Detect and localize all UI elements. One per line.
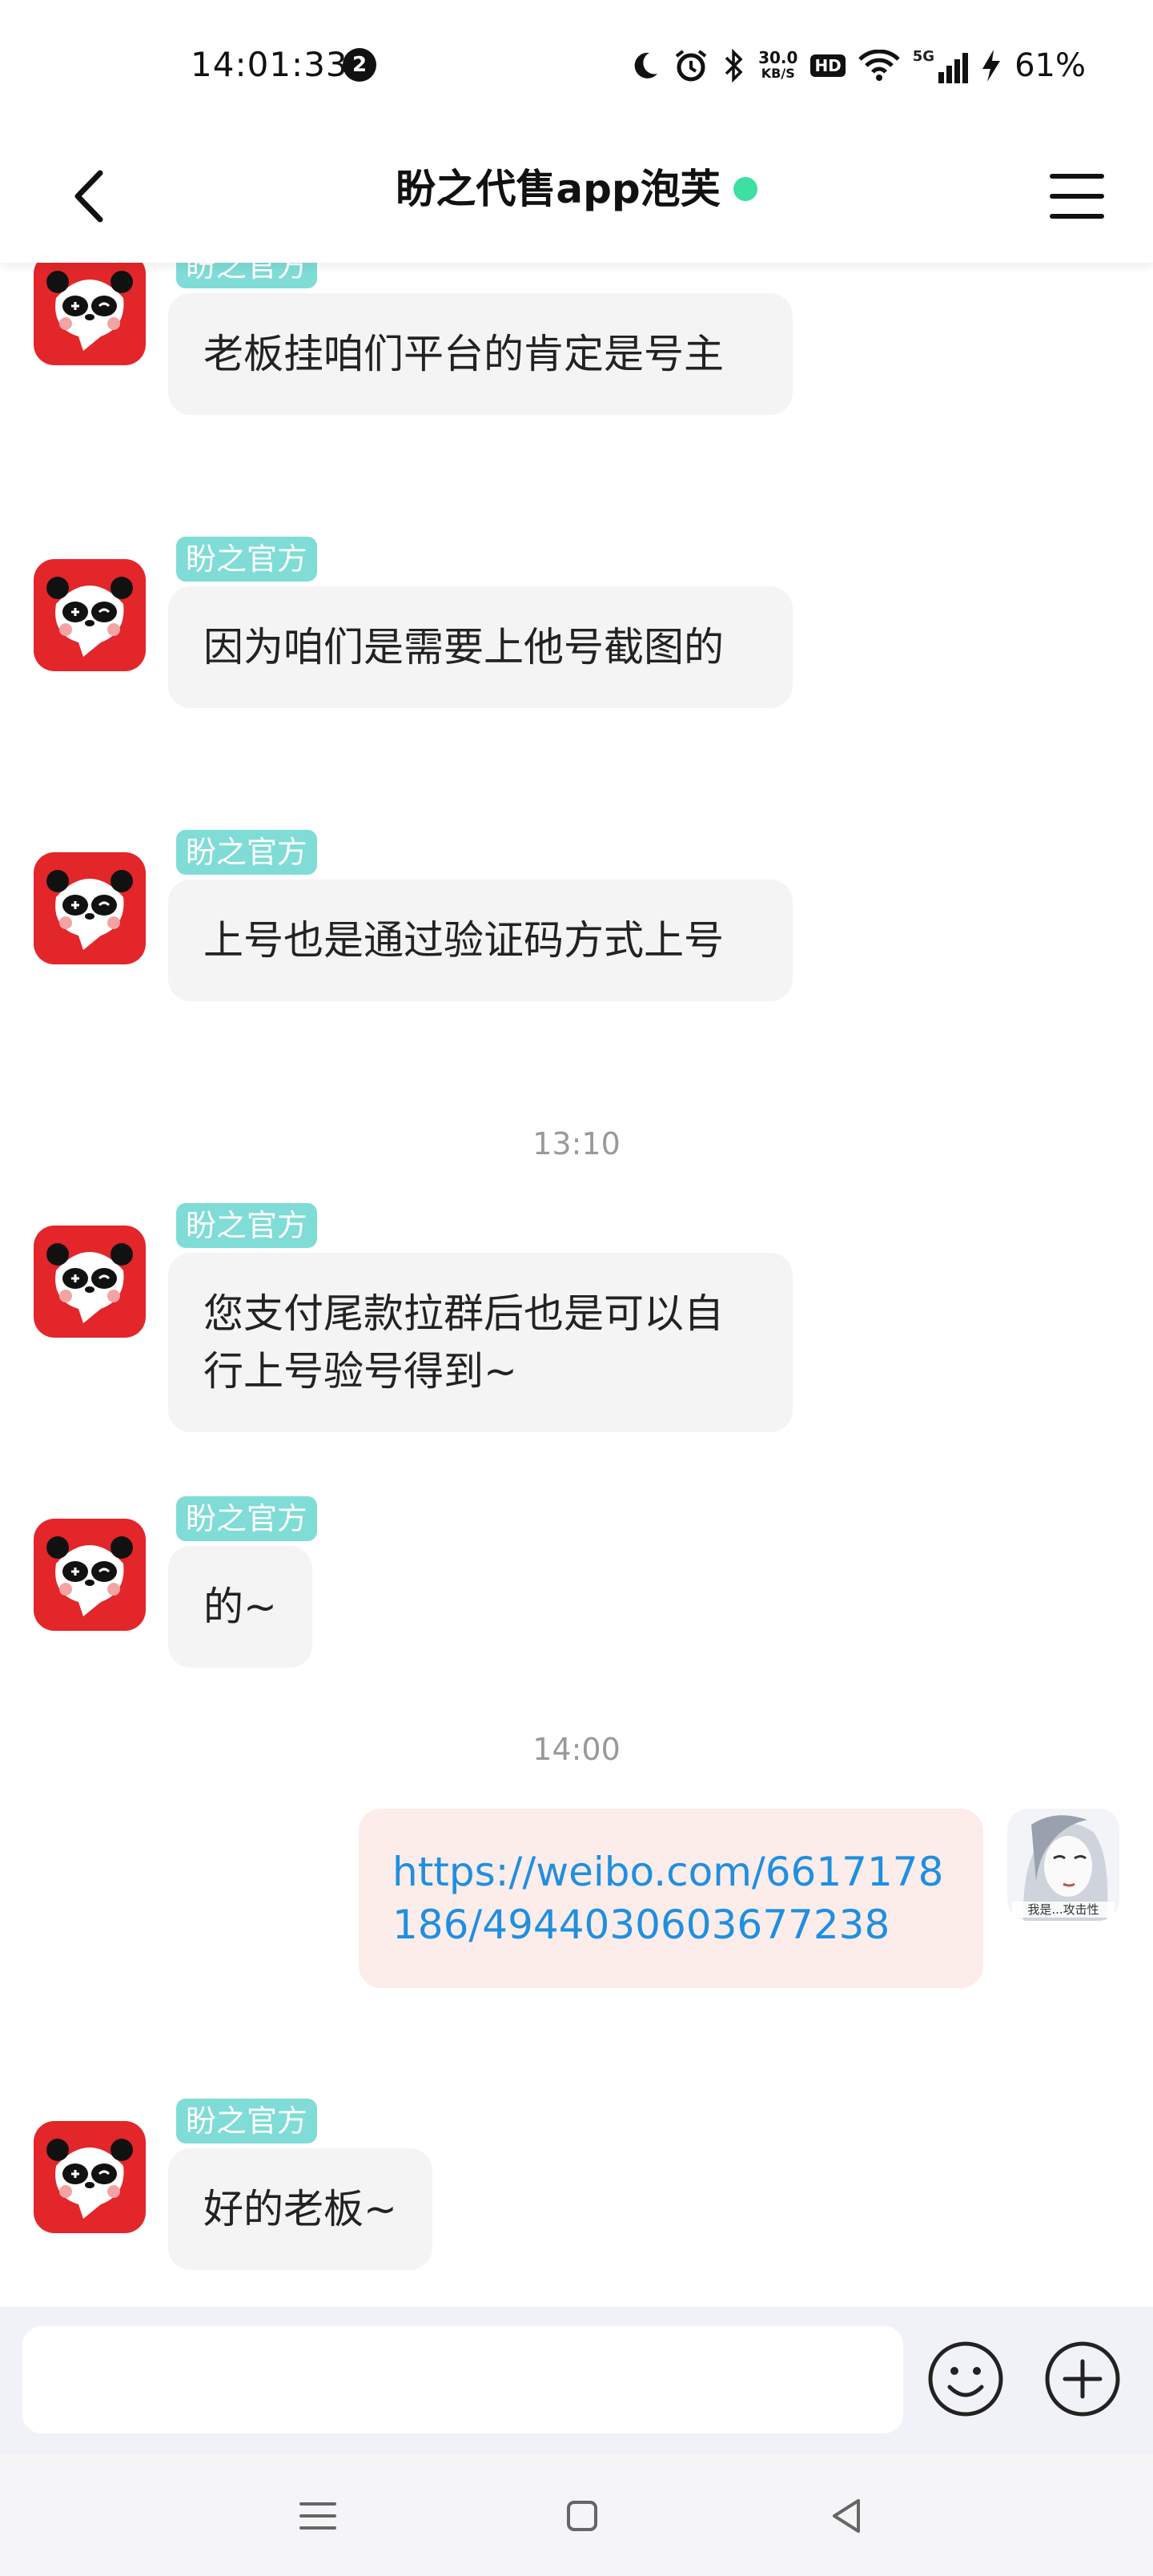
triangle-back-icon [833,2499,860,2533]
panda-avatar[interactable] [34,1519,146,1631]
panda-avatar[interactable] [34,559,146,671]
alarm-icon [675,50,707,82]
system-navigation-bar [0,2454,1153,2576]
smiley-icon [928,2341,1003,2417]
user-avatar[interactable]: 我是...攻击性 [1007,1809,1119,1921]
moon-icon [634,52,658,78]
panda-avatar[interactable] [34,852,146,964]
chat-title: 盼之代售app泡芙 [396,166,721,212]
back-nav-button[interactable] [818,2488,874,2544]
sender-tag: 盼之官方 [176,1203,318,1248]
emoji-button[interactable] [926,2339,1006,2419]
status-time: 14:01:33 [191,45,348,84]
charging-icon [982,50,1001,82]
panda-avatar[interactable] [34,1226,146,1338]
wifi-icon [858,50,900,81]
time-separator: 14:00 [532,1732,621,1767]
square-home-icon [567,2501,597,2531]
time-separator: 13:10 [532,1126,621,1161]
network-label: 5G [912,48,935,65]
battery-percentage: 61% [1014,47,1086,84]
status-icons: 30.0 KB/S HD 5G 61% [629,42,1086,90]
sender-tag: 盼之官方 [176,263,318,288]
bluetooth-icon [725,48,743,83]
home-button[interactable] [554,2488,610,2544]
panda-avatar[interactable] [34,2121,146,2233]
message-bubble[interactable]: 好的老板~ [168,2148,432,2270]
sender-tag: 盼之官方 [176,2099,318,2143]
panda-logo-icon [46,2139,133,2219]
panda-logo-icon [46,1536,133,1616]
recent-apps-button[interactable] [290,2488,346,2544]
panda-avatar[interactable] [34,263,146,365]
hd-badge: HD [810,54,846,77]
message-bubble[interactable]: 上号也是通过验证码方式上号 [168,879,793,1001]
net-speed-value: 30.0 [758,48,798,67]
menu-lines-icon [299,2502,336,2530]
chat-message-list[interactable]: 盼之官方 老板挂咱们平台的肯定是号主 盼之官方 因为咱们是需要上他号截图的 盼之… [0,263,1153,2307]
message-bubble[interactable]: 的~ [168,1546,312,1668]
menu-button[interactable] [1041,160,1113,232]
message-bubble[interactable]: 老板挂咱们平台的肯定是号主 [168,293,793,415]
notification-count-badge: 2 [343,48,376,82]
link-message-bubble[interactable]: https://weibo.com/6617178186/49440306036… [359,1809,983,1988]
net-speed: 30.0 KB/S [758,50,797,82]
message-bubble[interactable]: 因为咱们是需要上他号截图的 [168,586,793,708]
panda-logo-icon [46,870,133,950]
sender-tag: 盼之官方 [176,537,318,582]
add-attachment-button[interactable] [1043,2339,1123,2419]
panda-logo-icon [46,577,133,657]
panda-logo-icon [46,1243,133,1323]
hamburger-menu-icon [1050,174,1104,219]
avatar-caption: 我是...攻击性 [1027,1902,1099,1917]
message-input[interactable] [22,2326,903,2433]
message-input-bar [0,2307,1153,2454]
sender-tag: 盼之官方 [176,1496,318,1541]
online-status-dot [733,176,757,201]
chat-title-wrap: 盼之代售app泡芙 [0,157,1153,215]
message-bubble[interactable]: 您支付尾款拉群后也是可以自行上号验号得到~ [168,1253,793,1432]
cellular-signal: 5G [912,48,969,83]
status-bar: 14:01:33 2 30.0 KB/S HD 5G 61% [0,0,1153,131]
plus-circle-icon [1045,2341,1120,2417]
chat-header: 盼之代售app泡芙 [0,131,1153,263]
panda-logo-icon [46,271,133,351]
sender-tag: 盼之官方 [176,830,318,875]
net-speed-unit: KB/S [761,66,795,81]
